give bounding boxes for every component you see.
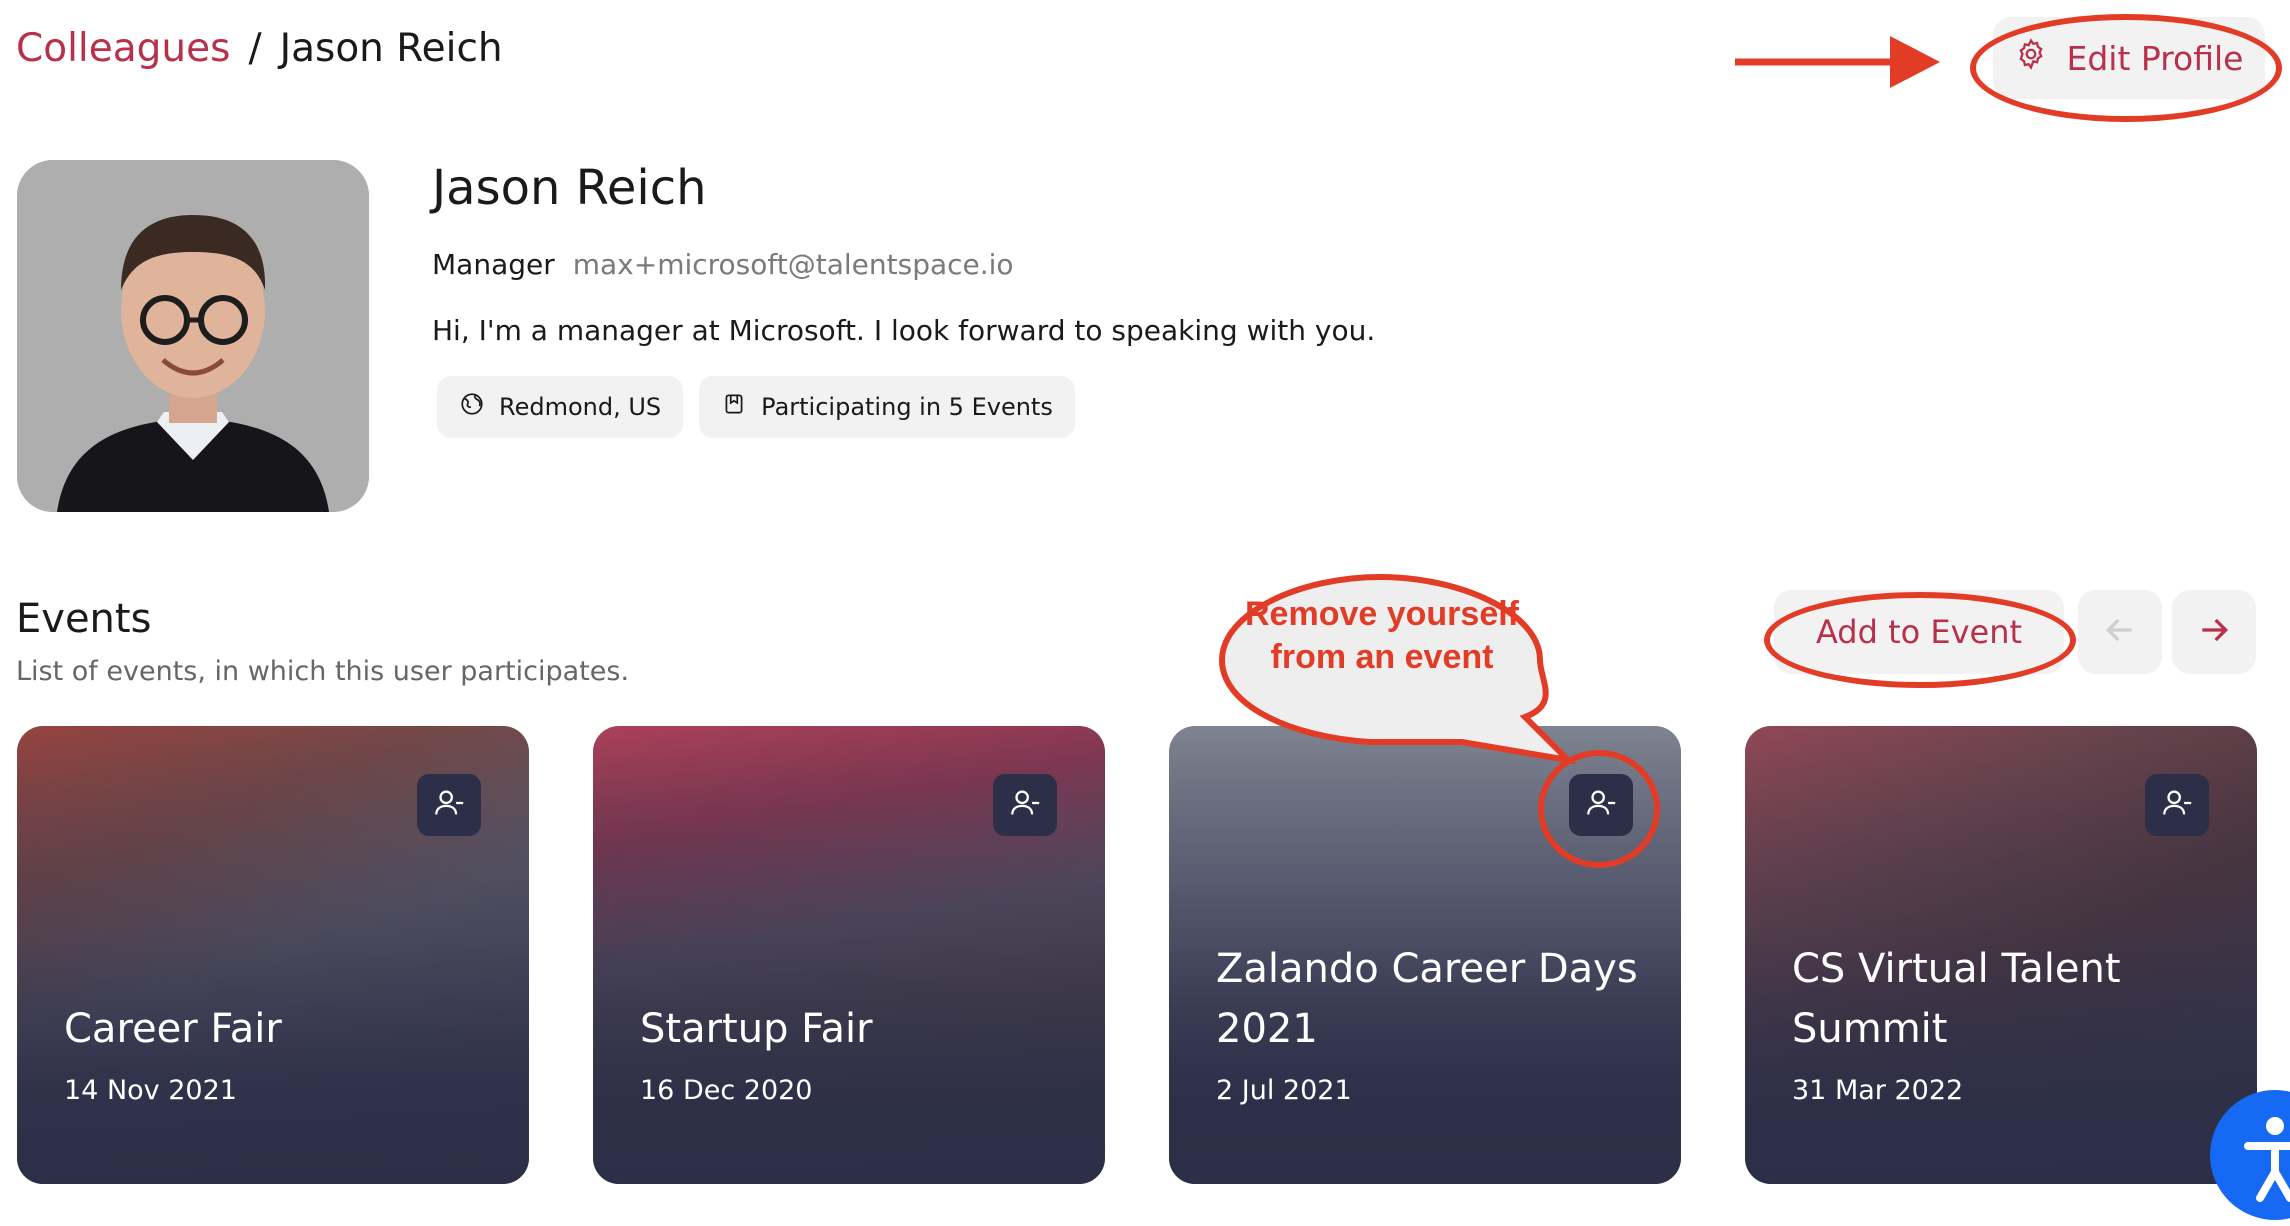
accessibility-button[interactable] xyxy=(2210,1090,2290,1220)
accessibility-icon xyxy=(2210,1117,2290,1224)
callout-text: Remove yourself from an event xyxy=(1245,595,1519,676)
annotation-arrow-head xyxy=(1890,36,1940,88)
annotation-layer xyxy=(1218,36,1940,765)
